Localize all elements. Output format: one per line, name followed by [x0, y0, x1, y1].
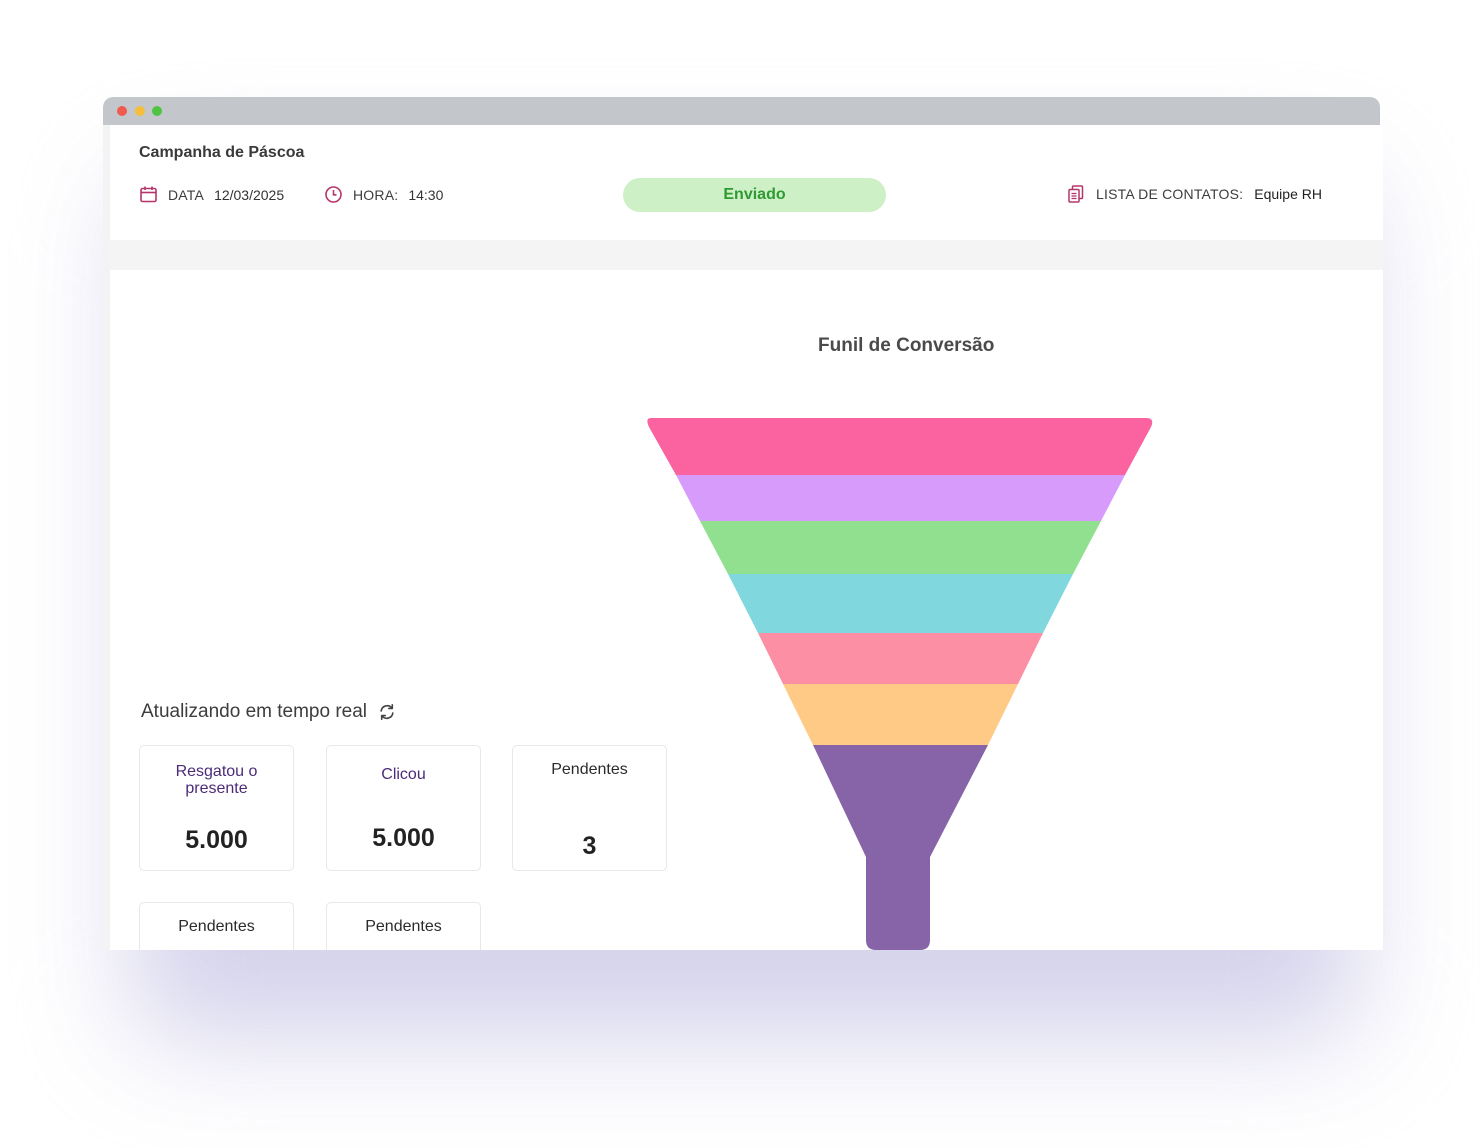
- time-info: HORA: 14:30: [324, 185, 443, 204]
- metric-card-pending-2[interactable]: Pendentes: [139, 902, 294, 950]
- metric-card-value: 5.000: [185, 826, 248, 854]
- realtime-label: Atualizando em tempo real: [141, 701, 368, 722]
- refresh-icon[interactable]: [378, 703, 396, 721]
- funnel-stage-2: [676, 475, 1125, 521]
- time-value: 14:30: [408, 186, 444, 203]
- minimize-window-dot[interactable]: [135, 106, 145, 116]
- left-strip: [103, 125, 110, 950]
- close-window-dot[interactable]: [117, 106, 127, 116]
- funnel-stage-3: [700, 521, 1101, 574]
- metric-card-label: Resgatou o presente: [175, 763, 258, 797]
- title-bar: [103, 97, 1380, 125]
- metric-card-label: Pendentes: [551, 761, 628, 778]
- campaign-header: Campanha de Páscoa DATA 12/03/2025 HORA:…: [110, 125, 1383, 240]
- funnel-stage-6: [783, 684, 1018, 745]
- funnel-stage-5: [758, 633, 1043, 684]
- time-label: HORA:: [353, 186, 399, 203]
- date-info: DATA 12/03/2025: [139, 185, 284, 204]
- status-badge: Enviado: [623, 178, 886, 212]
- app-window: Campanha de Páscoa DATA 12/03/2025 HORA:…: [103, 97, 1383, 950]
- contacts-label: LISTA DE CONTATOS:: [1096, 186, 1244, 202]
- funnel-stage-4: [728, 574, 1073, 633]
- contact-list-icon: [1068, 185, 1084, 203]
- metric-card-label: Clicou: [381, 766, 426, 783]
- metric-card-label: Pendentes: [178, 918, 255, 935]
- metric-card-clicked[interactable]: Clicou 5.000: [326, 745, 481, 871]
- calendar-icon: [140, 186, 157, 203]
- date-label: DATA: [168, 186, 205, 203]
- clock-icon: [325, 186, 342, 203]
- metric-card-value: 5.000: [372, 824, 435, 852]
- funnel-title: Funil de Conversão: [818, 335, 995, 356]
- metric-card-value: 3: [582, 832, 597, 860]
- contacts-value: Equipe RH: [1254, 186, 1322, 202]
- conversion-funnel: [647, 418, 1153, 950]
- funnel-stage-1: [647, 418, 1153, 475]
- funnel-stage-7: [813, 745, 988, 950]
- metric-card-redeemed[interactable]: Resgatou o presente 5.000: [139, 745, 294, 871]
- metric-card-pending-3[interactable]: Pendentes: [326, 902, 481, 950]
- campaign-title: Campanha de Páscoa: [139, 144, 305, 161]
- realtime-status: Atualizando em tempo real: [141, 701, 396, 723]
- metric-card-label: Pendentes: [365, 918, 442, 935]
- contact-list-info: LISTA DE CONTATOS: Equipe RH: [1068, 185, 1322, 203]
- section-divider: [110, 240, 1383, 270]
- maximize-window-dot[interactable]: [152, 106, 162, 116]
- metric-card-pending[interactable]: Pendentes 3: [512, 745, 667, 871]
- date-value: 12/03/2025: [214, 186, 285, 203]
